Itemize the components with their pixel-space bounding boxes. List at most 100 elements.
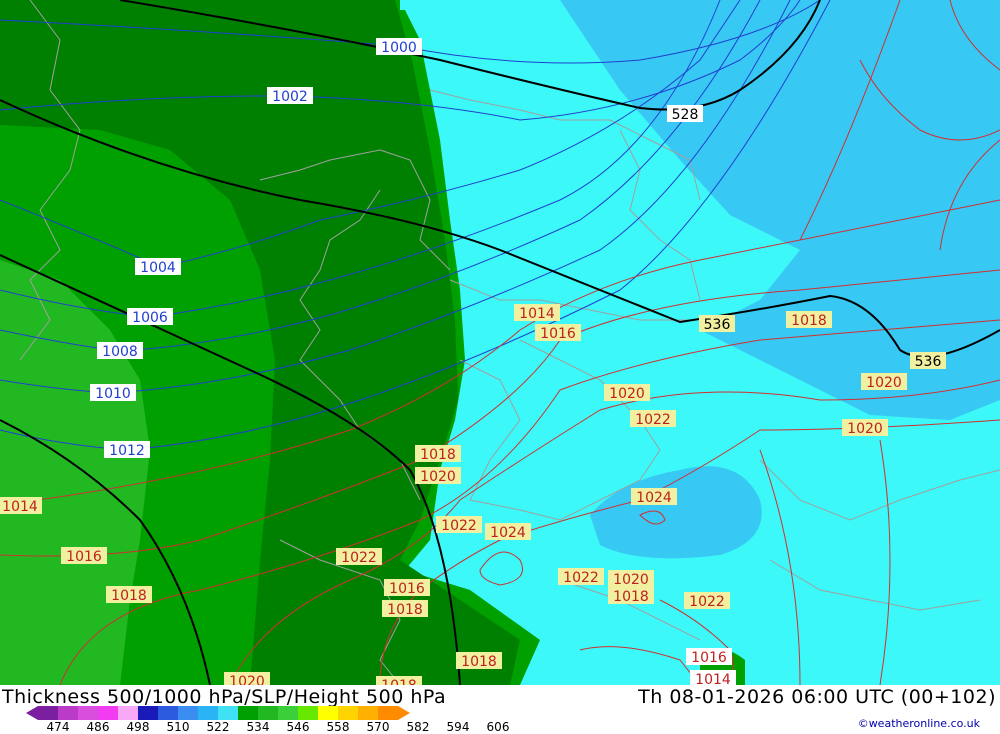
- slp-label: 1018: [376, 676, 422, 685]
- slp-label: 1022: [436, 516, 482, 534]
- legend-swatch: [38, 706, 58, 720]
- svg-text:1022: 1022: [635, 412, 671, 428]
- legend-swatch: [378, 706, 398, 720]
- slp-label: 1014: [690, 670, 736, 685]
- slp-label: 1004: [135, 258, 181, 276]
- slp-label: 1020: [224, 672, 270, 685]
- legend-swatch: [218, 706, 238, 720]
- svg-text:1018: 1018: [613, 589, 649, 605]
- legend-swatch: [78, 706, 98, 720]
- legend-tick-label: 498: [126, 720, 150, 734]
- slp-label: 1018: [786, 311, 832, 329]
- legend-tick-label: 594: [446, 720, 470, 734]
- svg-text:1022: 1022: [341, 550, 377, 566]
- svg-text:1022: 1022: [563, 570, 599, 586]
- slp-label: 1022: [558, 568, 604, 586]
- legend-arrow-right: [398, 706, 410, 720]
- slp-label: 1008: [97, 342, 143, 360]
- slp-label: 1020: [608, 570, 654, 588]
- slp-label: 1020: [842, 419, 888, 437]
- slp-label: 1018: [415, 445, 461, 463]
- slp-label: 1020: [415, 467, 461, 485]
- svg-text:536: 536: [704, 317, 731, 333]
- slp-label: 1020: [604, 384, 650, 402]
- thickness-label: 536: [910, 352, 946, 370]
- svg-text:1002: 1002: [272, 89, 308, 105]
- svg-text:1010: 1010: [95, 386, 131, 402]
- svg-text:1006: 1006: [132, 310, 168, 326]
- slp-label: 1022: [336, 548, 382, 566]
- legend-tick-label: 606: [486, 720, 510, 734]
- svg-text:1014: 1014: [519, 306, 555, 322]
- slp-label: 1014: [0, 497, 42, 515]
- color-legend-bar: [26, 706, 410, 720]
- slp-label: 1002: [267, 87, 313, 105]
- svg-text:1016: 1016: [691, 650, 727, 666]
- svg-text:1004: 1004: [140, 260, 176, 276]
- svg-text:1014: 1014: [695, 672, 731, 685]
- legend-swatch: [258, 706, 278, 720]
- slp-label: 1010: [90, 384, 136, 402]
- svg-text:1020: 1020: [229, 674, 265, 685]
- legend-swatch: [98, 706, 118, 720]
- svg-text:1016: 1016: [540, 326, 576, 342]
- valid-time: Th 08-01-2026 06:00 UTC (00+102): [638, 686, 996, 708]
- legend-swatch: [338, 706, 358, 720]
- map-footer: Thickness 500/1000 hPa/SLP/Height 500 hP…: [0, 685, 1000, 734]
- slp-label: 1016: [686, 648, 732, 666]
- legend-swatch: [358, 706, 378, 720]
- thickness-map: 1000 1002 1004 1006 1008 1010 1012 1014 …: [0, 0, 1000, 685]
- legend-swatch: [118, 706, 138, 720]
- svg-text:1000: 1000: [381, 40, 417, 56]
- slp-label: 1016: [535, 324, 581, 342]
- slp-label: 1022: [684, 592, 730, 610]
- svg-text:1020: 1020: [420, 469, 456, 485]
- slp-label: 1020: [861, 373, 907, 391]
- svg-text:1012: 1012: [109, 443, 145, 459]
- slp-label: 1000: [376, 38, 422, 56]
- svg-text:1014: 1014: [2, 499, 38, 515]
- svg-text:1022: 1022: [689, 594, 725, 610]
- legend-swatch: [198, 706, 218, 720]
- svg-text:1020: 1020: [609, 386, 645, 402]
- legend-ticks: 474 486 498 510 522 534 546 558 570 582 594 606: [0, 720, 520, 734]
- svg-text:1008: 1008: [102, 344, 138, 360]
- legend-swatch: [238, 706, 258, 720]
- slp-label: 1016: [61, 547, 107, 565]
- slp-label: 1018: [608, 587, 654, 605]
- svg-text:1018: 1018: [111, 588, 147, 604]
- slp-label: 1024: [631, 488, 677, 506]
- slp-label: 1016: [384, 579, 430, 597]
- svg-text:1020: 1020: [866, 375, 902, 391]
- slp-label: 1018: [382, 600, 428, 618]
- slp-label: 1014: [514, 304, 560, 322]
- thickness-label: 536: [699, 315, 735, 333]
- legend-tick-label: 546: [286, 720, 310, 734]
- svg-text:1018: 1018: [381, 678, 417, 685]
- slp-label: 1022: [630, 410, 676, 428]
- slp-label: 1018: [456, 652, 502, 670]
- thickness-label: 528: [667, 105, 703, 123]
- svg-text:1022: 1022: [441, 518, 477, 534]
- legend-tick-label: 570: [366, 720, 390, 734]
- slp-label: 1018: [106, 586, 152, 604]
- svg-text:1018: 1018: [791, 313, 827, 329]
- legend-swatch: [278, 706, 298, 720]
- svg-text:1024: 1024: [636, 490, 672, 506]
- svg-text:528: 528: [672, 107, 699, 123]
- svg-text:1018: 1018: [420, 447, 456, 463]
- svg-text:1024: 1024: [490, 525, 526, 541]
- legend-tick-label: 522: [206, 720, 230, 734]
- credit: ©weatheronline.co.uk: [857, 717, 980, 730]
- legend-swatch: [158, 706, 178, 720]
- svg-text:536: 536: [915, 354, 942, 370]
- legend-swatch: [318, 706, 338, 720]
- legend-tick-label: 510: [166, 720, 190, 734]
- svg-text:1020: 1020: [847, 421, 883, 437]
- legend-tick-label: 558: [326, 720, 350, 734]
- legend-swatch: [138, 706, 158, 720]
- svg-text:1018: 1018: [461, 654, 497, 670]
- slp-label: 1024: [485, 523, 531, 541]
- legend-tick-label: 534: [246, 720, 270, 734]
- slp-label: 1006: [127, 308, 173, 326]
